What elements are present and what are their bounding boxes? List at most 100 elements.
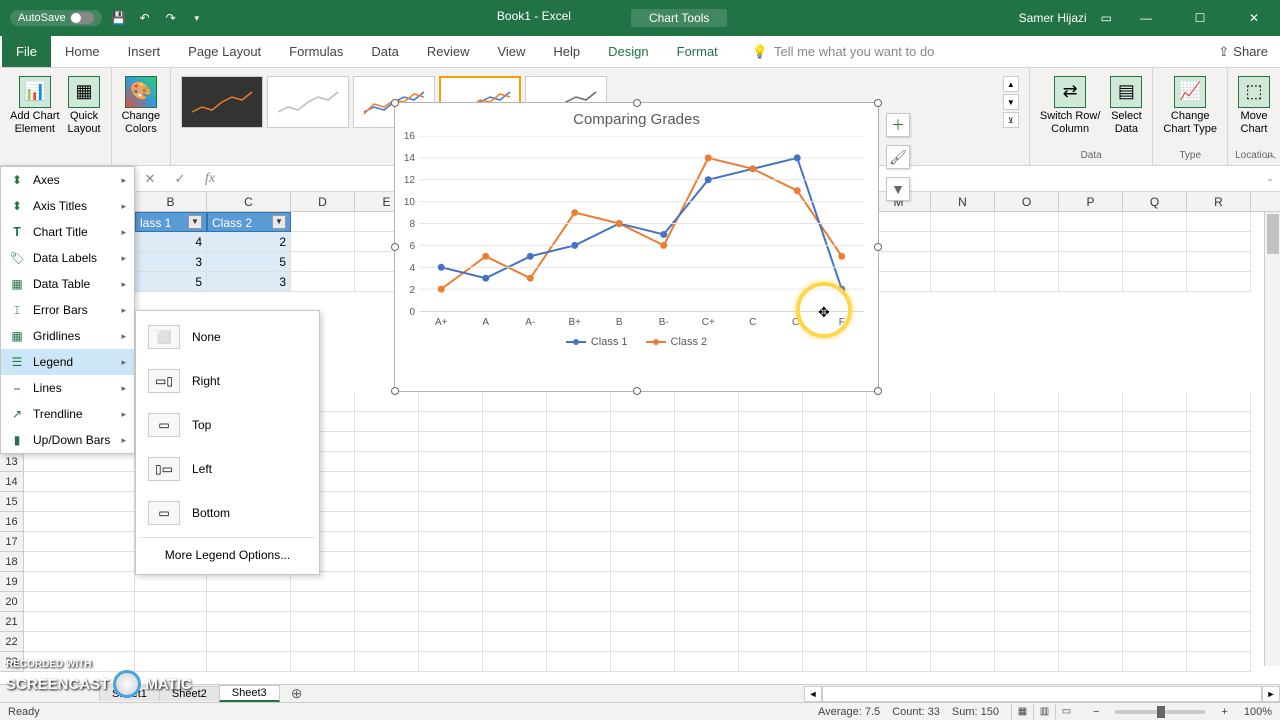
save-icon[interactable]: 💾: [110, 9, 128, 27]
chart-style-1[interactable]: [181, 76, 263, 128]
row-header[interactable]: 22: [0, 632, 24, 652]
chart-style-2[interactable]: [267, 76, 349, 128]
resize-handle[interactable]: [874, 99, 882, 107]
resize-handle[interactable]: [633, 387, 641, 395]
tab-data[interactable]: Data: [357, 36, 412, 67]
chart-title[interactable]: Comparing Grades: [395, 103, 878, 132]
col-header-Q[interactable]: Q: [1123, 192, 1187, 211]
menu-chart-title[interactable]: 𝐓Chart Title▸: [1, 219, 134, 245]
collapse-ribbon-icon[interactable]: ︿: [1266, 146, 1276, 161]
menu-error-bars[interactable]: 𝙸Error Bars▸: [1, 297, 134, 323]
sheet-tab-3[interactable]: Sheet3: [219, 685, 280, 702]
legend-top[interactable]: ▭Top: [136, 403, 319, 447]
zoom-in-button[interactable]: +: [1217, 706, 1231, 718]
row-header[interactable]: 20: [0, 592, 24, 612]
col-header-R[interactable]: R: [1187, 192, 1251, 211]
undo-icon[interactable]: ↶: [136, 9, 154, 27]
menu-data-labels[interactable]: 🏷Data Labels▸: [1, 245, 134, 271]
resize-handle[interactable]: [633, 99, 641, 107]
zoom-level[interactable]: 100%: [1244, 706, 1272, 718]
tab-design[interactable]: Design: [594, 36, 662, 67]
enter-formula-icon[interactable]: ✓: [165, 171, 195, 187]
add-sheet-button[interactable]: ⊕: [286, 685, 308, 702]
resize-handle[interactable]: [391, 387, 399, 395]
menu-gridlines[interactable]: ▦Gridlines▸: [1, 323, 134, 349]
tab-page-layout[interactable]: Page Layout: [174, 36, 275, 67]
chart-plot-area[interactable]: 0246810121416 A+AA-B+BB-C+CC-F: [419, 136, 864, 326]
zoom-slider[interactable]: [1115, 710, 1205, 714]
col-header-N[interactable]: N: [931, 192, 995, 211]
row-header[interactable]: 21: [0, 612, 24, 632]
chart-legend[interactable]: Class 1Class 2: [395, 330, 878, 354]
view-normal-icon[interactable]: ▦: [1011, 704, 1033, 720]
minimize-button[interactable]: —: [1126, 0, 1166, 36]
legend-bottom[interactable]: ▭Bottom: [136, 491, 319, 535]
col-header-C[interactable]: C: [207, 192, 291, 211]
row-header[interactable]: 14: [0, 472, 24, 492]
hscroll-left-icon[interactable]: ◄: [804, 686, 822, 702]
row-header[interactable]: 17: [0, 532, 24, 552]
cell[interactable]: [24, 532, 135, 552]
tab-review[interactable]: Review: [413, 36, 484, 67]
cell[interactable]: [24, 612, 135, 632]
view-page-break-icon[interactable]: ▭: [1055, 704, 1077, 720]
maximize-button[interactable]: ☐: [1180, 0, 1220, 36]
filter-arrow-icon[interactable]: ▼: [272, 215, 286, 229]
view-page-layout-icon[interactable]: ▥: [1033, 704, 1055, 720]
tell-me-search[interactable]: 💡 Tell me what you want to do: [732, 36, 1207, 67]
menu-lines[interactable]: ⎯Lines▸: [1, 375, 134, 401]
tab-format[interactable]: Format: [663, 36, 732, 67]
cell[interactable]: [24, 572, 135, 592]
menu-trendline[interactable]: ↗Trendline▸: [1, 401, 134, 427]
gallery-down-icon[interactable]: ▼: [1003, 94, 1019, 110]
chart-filters-button[interactable]: ▼: [886, 177, 910, 201]
resize-handle[interactable]: [874, 243, 882, 251]
cell[interactable]: [24, 552, 135, 572]
row-header[interactable]: 18: [0, 552, 24, 572]
tab-home[interactable]: Home: [51, 36, 114, 67]
ribbon-display-icon[interactable]: ▭: [1101, 11, 1112, 25]
redo-icon[interactable]: ↷: [162, 9, 180, 27]
filter-arrow-icon[interactable]: ▼: [188, 215, 202, 229]
menu-data-table[interactable]: ▦Data Table▸: [1, 271, 134, 297]
col-header-B[interactable]: B: [135, 192, 207, 211]
autosave-toggle[interactable]: AutoSave: [10, 10, 102, 26]
tab-file[interactable]: File: [2, 36, 51, 67]
tab-view[interactable]: View: [483, 36, 539, 67]
legend-right[interactable]: ▭▯Right: [136, 359, 319, 403]
close-button[interactable]: ✕: [1234, 0, 1274, 36]
fx-icon[interactable]: fx: [195, 171, 225, 187]
tab-insert[interactable]: Insert: [114, 36, 175, 67]
change-colors-button[interactable]: 🎨 Change Colors: [118, 72, 165, 140]
move-chart-button[interactable]: ⬚ Move Chart: [1234, 72, 1274, 140]
embedded-chart[interactable]: Comparing Grades 0246810121416 A+AA-B+BB…: [394, 102, 879, 392]
switch-row-column-button[interactable]: ⇄ Switch Row/ Column: [1036, 72, 1105, 140]
cell[interactable]: [24, 472, 135, 492]
cell[interactable]: [24, 632, 135, 652]
cancel-formula-icon[interactable]: ✕: [135, 171, 165, 187]
col-header-D[interactable]: D: [291, 192, 355, 211]
cell[interactable]: [24, 512, 135, 532]
zoom-out-button[interactable]: −: [1089, 706, 1103, 718]
qat-customize-icon[interactable]: ▾: [188, 9, 206, 27]
quick-layout-button[interactable]: ▦ Quick Layout: [64, 72, 105, 161]
cell[interactable]: [24, 592, 135, 612]
add-chart-element-button[interactable]: 📊 Add Chart Element: [6, 72, 64, 161]
legend-more-options[interactable]: More Legend Options...: [136, 540, 319, 570]
tab-help[interactable]: Help: [539, 36, 594, 67]
user-name[interactable]: Samer Hijazi: [1019, 11, 1087, 25]
chart-elements-button[interactable]: ＋: [886, 113, 910, 137]
gallery-up-icon[interactable]: ▲: [1003, 76, 1019, 92]
menu-axis-titles[interactable]: ⬍Axis Titles▸: [1, 193, 134, 219]
menu-updown-bars[interactable]: ▮Up/Down Bars▸: [1, 427, 134, 453]
menu-axes[interactable]: ⬍Axes▸: [1, 167, 134, 193]
menu-legend[interactable]: ☰Legend▸: [1, 349, 134, 375]
col-header-O[interactable]: O: [995, 192, 1059, 211]
expand-formula-bar-icon[interactable]: ⌄: [1260, 173, 1280, 184]
resize-handle[interactable]: [874, 387, 882, 395]
row-header[interactable]: 16: [0, 512, 24, 532]
hscroll-right-icon[interactable]: ►: [1262, 686, 1280, 702]
tab-formulas[interactable]: Formulas: [275, 36, 357, 67]
row-header[interactable]: 15: [0, 492, 24, 512]
gallery-more-icon[interactable]: ⊻: [1003, 112, 1019, 128]
